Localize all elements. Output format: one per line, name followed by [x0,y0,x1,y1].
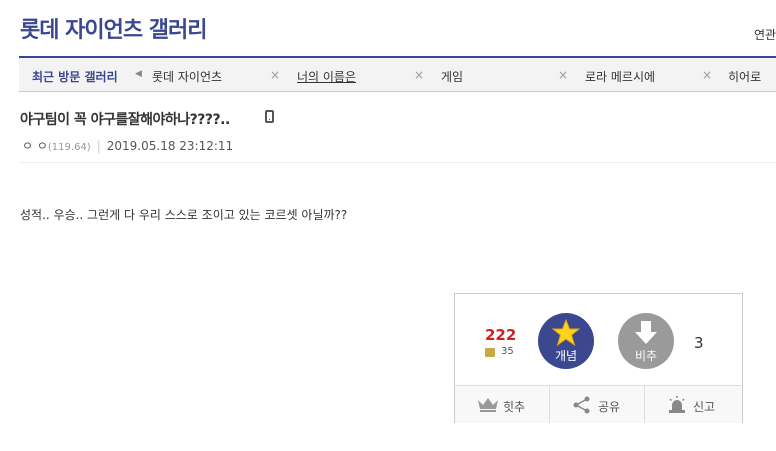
report-label: 신고 [693,400,716,414]
fixed-recommend-count: 35 [501,346,514,357]
recommend-down-label: 비추 [634,349,658,363]
meta-divider: | [96,139,101,153]
recent-item-laura-mercier[interactable]: 로라 메르시에 [585,68,655,85]
gallery-title[interactable]: 롯데 자이언츠 갤러리 [20,12,207,44]
post-author[interactable]: ㅇ ㅇ [22,139,48,153]
recommend-down-button[interactable]: 비추 [618,313,674,369]
recommend-up-count: 222 [485,326,517,344]
post-divider [19,162,776,163]
caret-left-icon[interactable]: ◀ [135,69,142,79]
share-label: 공유 [598,400,621,414]
hit-recommend-label: 힛추 [503,400,526,414]
post-title: 야구팀이 꼭 야구를잘해야하나????.. [20,112,230,128]
recent-item-hero[interactable]: 히어로 [728,68,761,85]
share-icon [573,396,590,414]
report-button[interactable]: 신고 [645,386,740,423]
post-meta: ㅇ ㅇ(119.64) | 2019.05.18 23:12:11 [22,137,233,154]
post-body: 성적.. 우승.. 그런게 다 우리 스스로 조이고 있는 코르셋 아닐까?? [20,208,348,222]
recent-item-lotte[interactable]: 롯데 자이언츠 [152,68,222,85]
siren-icon [669,396,685,413]
post-datetime: 2019.05.18 23:12:11 [106,139,234,153]
arrow-down-icon [635,321,657,344]
header-right-link[interactable]: 연관 [754,26,776,43]
close-icon[interactable]: × [414,68,424,82]
recent-item-game[interactable]: 게임 [441,68,463,85]
star-icon [552,319,580,346]
close-icon[interactable]: × [558,68,568,82]
close-icon[interactable]: × [702,68,712,82]
fixed-recommend-icon [485,348,495,357]
recommend-down-count: 3 [694,334,704,352]
close-icon[interactable]: × [270,68,280,82]
recommend-up-button[interactable]: 개념 [538,313,594,369]
post-author-ip: (119.64) [47,142,91,153]
recommend-actions: 힛추 공유 신고 [455,385,742,423]
mobile-icon [265,110,274,123]
recent-gallery-bar: 최근 방문 갤러리 ◀ 롯데 자이언츠 × 너의 이름은 × 게임 × 로라 메… [19,56,776,92]
recommend-box: 222 35 개념 비추 3 힛추 공유 신고 [454,293,743,423]
recommend-up-label: 개념 [554,349,578,363]
share-button[interactable]: 공유 [550,386,645,423]
crown-icon [478,398,498,412]
recent-gallery-label: 최근 방문 갤러리 [32,70,118,84]
recent-item-your-name[interactable]: 너의 이름은 [297,68,356,85]
hit-recommend-button[interactable]: 힛추 [455,386,550,423]
